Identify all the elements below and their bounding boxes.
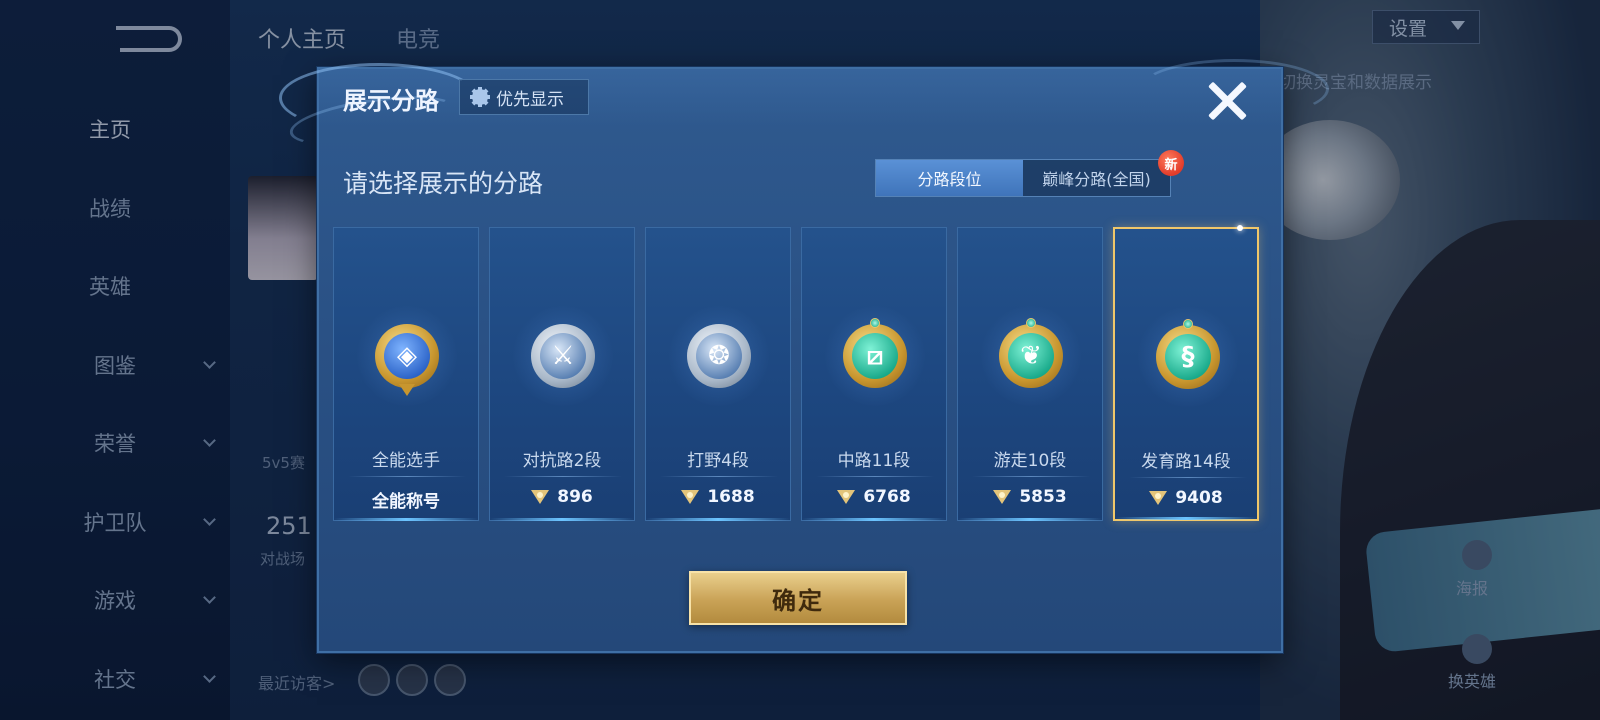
confirm-button[interactable]: 确定 [689,571,907,625]
lane-card-value-text: 5853 [1019,487,1067,507]
jungle-badge-icon: ❂ [687,324,751,388]
lane-card-value: 1688 [646,487,790,507]
lane-card-value: 9408 [1115,488,1257,508]
gear-icon [470,87,490,107]
clash-lane-badge-icon: ⚔ [531,324,595,388]
confirm-label: 确定 [772,586,824,615]
priority-display-button[interactable]: 优先显示 [459,79,589,115]
lane-card-value: 6768 [802,487,946,507]
lane-card-value-text: 9408 [1175,488,1223,508]
lane-card-jungle[interactable]: ❂ 打野4段 1688 [645,227,791,521]
lane-card-farm[interactable]: § 发育路14段 9408 [1113,225,1259,521]
lane-card-value: 896 [490,487,634,507]
points-icon [1149,491,1168,505]
points-icon [531,490,550,504]
tab-label: 分路段位 [917,170,982,189]
badge-glow: ◈ [357,306,457,406]
allround-emblem: ◈ [384,333,430,379]
slash-emblem: ⧄ [852,333,898,379]
gem-icon [1026,318,1036,328]
points-icon [837,490,856,504]
allround-badge-icon: ◈ [375,324,439,396]
divider [660,476,778,477]
tab-peak-lane[interactable]: 巅峰分路(全国) 新 [1023,150,1184,196]
lane-card-title: 对抗路2段 [522,451,602,471]
lane-card-value-text: 1688 [707,487,755,507]
lane-card-allround[interactable]: ◈ 全能选手 全能称号 [333,227,479,521]
points-icon [681,490,700,504]
lane-display-modal: 展示分路 优先显示 请选择展示的分路 分路段位 巅峰分路(全国) 新 ◈ 全能选… [279,59,1329,653]
divider [504,476,622,477]
lane-card-clash[interactable]: ⚔ 对抗路2段 896 [489,227,635,521]
badge-glow: ⚔ [513,306,613,406]
divider [1129,477,1247,478]
tab-lane-rank[interactable]: 分路段位 [876,160,1023,196]
lane-card-value: 5853 [958,487,1102,507]
dragon-emblem: ❂ [696,333,742,379]
badge-glow: ⧄ [825,306,925,406]
badge-glow: ❂ [669,306,769,406]
s-emblem: § [1165,334,1211,380]
lane-card-value: 全能称号 [334,487,478,512]
lane-card-roam[interactable]: ❦ 游走10段 5853 [957,227,1103,521]
lane-card-title: 游走10段 [993,451,1067,471]
gem-icon [870,318,880,328]
divider [816,476,934,477]
modal-subtitle: 请选择展示的分路 [343,169,544,198]
divider [348,476,466,477]
roam-badge-icon: ❦ [999,318,1063,388]
tab-label: 巅峰分路(全国) [1042,170,1151,189]
wings-emblem: ❦ [1008,333,1054,379]
lane-card-value-text: 6768 [863,487,911,507]
lane-card-title: 中路11段 [837,451,911,471]
lane-card-value-text: 全能称号 [372,492,440,512]
modal-header: 展示分路 优先显示 [279,59,1329,155]
badge-glow: § [1138,307,1238,407]
lane-card-mid[interactable]: ⧄ 中路11段 6768 [801,227,947,521]
crossed-swords-emblem: ⚔ [540,333,586,379]
new-badge: 新 [1158,150,1184,176]
lane-card-title: 全能选手 [372,451,440,471]
lane-card-title: 打野4段 [687,451,749,471]
lane-card-title: 发育路14段 [1141,452,1231,472]
lane-card-value-text: 896 [557,487,593,507]
priority-display-label: 优先显示 [496,89,564,110]
gem-icon [1183,319,1193,329]
divider [972,476,1090,477]
close-button[interactable] [1205,79,1249,123]
mid-lane-badge-icon: ⧄ [843,318,907,388]
lane-cards: ◈ 全能选手 全能称号 ⚔ 对抗路2段 896 ❂ 打野4段 1688 ⧄ 中路… [333,225,1259,521]
modal-title: 展示分路 [343,87,439,115]
lane-mode-toggle: 分路段位 巅峰分路(全国) 新 [875,150,1184,197]
badge-glow: ❦ [981,306,1081,406]
farm-lane-badge-icon: § [1156,319,1220,389]
points-icon [993,490,1012,504]
